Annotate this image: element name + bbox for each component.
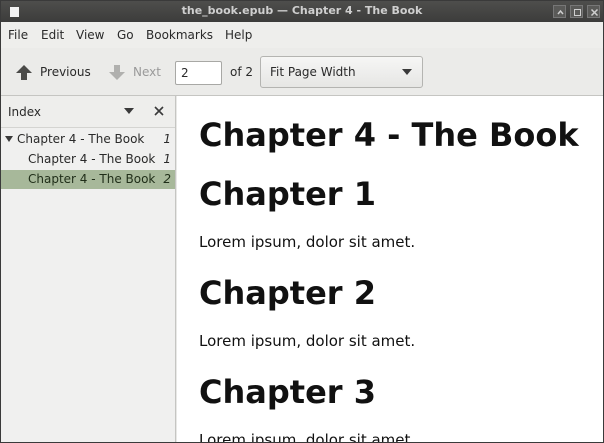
sidebar: Index Chapter 4 - The Book 1 Chapter 4 -… — [1, 96, 176, 442]
menu-edit[interactable]: Edit — [41, 28, 64, 42]
chapter-heading: Chapter 2 — [199, 274, 376, 312]
tree-item-label: Chapter 4 - The Book — [28, 152, 156, 166]
zoom-select[interactable]: Fit Page Width — [260, 56, 423, 88]
chapter-heading: Chapter 3 — [199, 373, 376, 411]
index-tree: Chapter 4 - The Book 1 Chapter 4 - The B… — [1, 127, 175, 442]
arrow-down-icon — [109, 65, 125, 80]
chevron-down-icon — [402, 69, 412, 75]
page-total-label: of 2 — [230, 65, 254, 79]
toolbar: Previous Next of 2 Fit Page Width — [1, 48, 603, 96]
menu-help[interactable]: Help — [225, 28, 252, 42]
sidebar-header: Index — [1, 96, 175, 127]
maximize-icon — [574, 9, 581, 16]
sidebar-title: Index — [8, 105, 42, 119]
minimize-button[interactable] — [553, 5, 566, 18]
window-title: the_book.epub — Chapter 4 - The Book — [181, 4, 423, 17]
next-label: Next — [133, 65, 161, 79]
paragraph: Lorem ipsum, dolor sit amet. — [199, 332, 416, 350]
sidebar-close-icon[interactable] — [153, 105, 165, 117]
tree-item-label: Chapter 4 - The Book — [28, 172, 156, 186]
page-number-input[interactable] — [175, 61, 222, 85]
tree-item-label: Chapter 4 - The Book — [17, 132, 145, 146]
zoom-selected-value: Fit Page Width — [270, 65, 356, 79]
chapter-heading: Chapter 1 — [199, 175, 376, 213]
title-bar: the_book.epub — Chapter 4 - The Book — [1, 1, 603, 22]
previous-button[interactable]: Previous — [14, 61, 91, 83]
arrow-up-icon — [16, 65, 32, 80]
sidebar-dropdown-icon[interactable] — [124, 108, 134, 114]
expander-down-icon[interactable] — [5, 136, 13, 142]
previous-label: Previous — [40, 65, 91, 79]
tree-item-selected[interactable]: Chapter 4 - The Book 2 — [1, 170, 175, 189]
tree-item-page: 2 — [163, 172, 171, 186]
tree-item[interactable]: Chapter 4 - The Book 1 — [1, 150, 175, 169]
close-window-button[interactable] — [587, 5, 600, 18]
menu-bar: File Edit View Go Bookmarks Help — [1, 22, 603, 48]
maximize-button[interactable] — [570, 5, 583, 18]
minimize-icon — [557, 9, 564, 15]
menu-view[interactable]: View — [76, 28, 104, 42]
paragraph: Lorem ipsum, dolor sit amet. — [199, 233, 416, 251]
close-icon — [590, 8, 599, 17]
tree-item-page: 1 — [163, 132, 171, 146]
tree-item-page: 1 — [163, 152, 171, 166]
tree-item[interactable]: Chapter 4 - The Book 1 — [1, 130, 175, 149]
menu-bookmarks[interactable]: Bookmarks — [146, 28, 213, 42]
menu-file[interactable]: File — [8, 28, 28, 42]
next-button[interactable]: Next — [107, 61, 161, 83]
app-window: the_book.epub — Chapter 4 - The Book Fil… — [0, 0, 604, 443]
menu-go[interactable]: Go — [117, 28, 134, 42]
paragraph: Lorem ipsum, dolor sit amet. — [199, 431, 416, 443]
document-title: Chapter 4 - The Book — [199, 116, 579, 154]
document-view[interactable]: Chapter 4 - The Book Chapter 1 Lorem ips… — [177, 96, 603, 442]
